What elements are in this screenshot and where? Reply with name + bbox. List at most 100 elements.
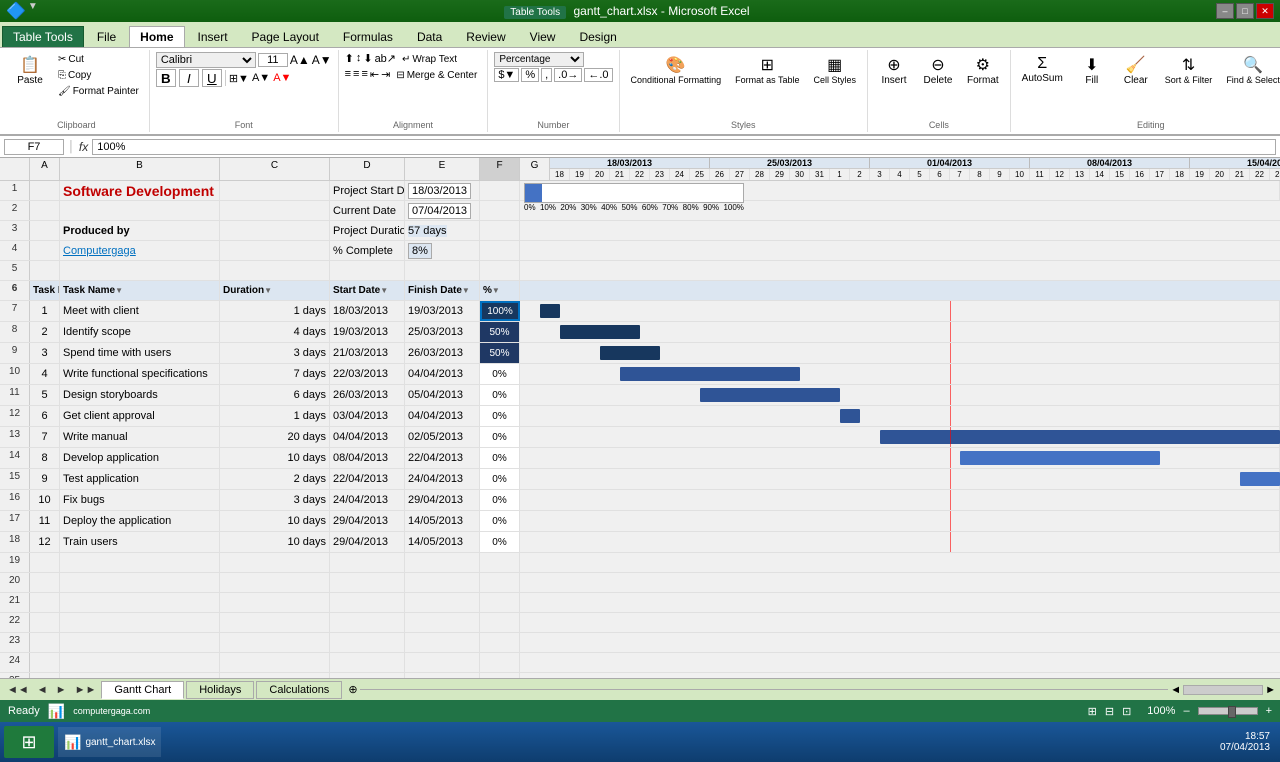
cell-c11[interactable]: 6 days xyxy=(220,385,330,405)
cell-f20[interactable] xyxy=(480,573,520,592)
cell-e3[interactable]: 57 days xyxy=(405,221,480,240)
tab-table-tools[interactable]: Table Tools xyxy=(2,26,84,47)
sheet-tab-calculations[interactable]: Calculations xyxy=(256,681,342,699)
cell-e23[interactable] xyxy=(405,633,480,652)
cell-f3[interactable] xyxy=(480,221,520,240)
cell-a24[interactable] xyxy=(30,653,60,672)
italic-button[interactable]: I xyxy=(179,69,199,87)
cell-a8[interactable]: 2 xyxy=(30,322,60,342)
cell-e19[interactable] xyxy=(405,553,480,572)
cell-c4[interactable] xyxy=(220,241,330,260)
cell-d21[interactable] xyxy=(330,593,405,612)
cell-a19[interactable] xyxy=(30,553,60,572)
col-header-f[interactable]: F xyxy=(480,158,520,180)
cell-e20[interactable] xyxy=(405,573,480,592)
cell-e1[interactable]: 18/03/2013 xyxy=(405,181,480,200)
col-header-c[interactable]: C xyxy=(220,158,330,180)
scroll-left-btn[interactable]: ◄ xyxy=(1170,684,1181,696)
tab-insert[interactable]: Insert xyxy=(187,26,239,47)
col-header-g[interactable]: G xyxy=(520,158,550,180)
cell-c15[interactable]: 2 days xyxy=(220,469,330,489)
cell-d16[interactable]: 24/04/2013 xyxy=(330,490,405,510)
autosum-button[interactable]: Σ AutoSum xyxy=(1017,52,1068,87)
conditional-formatting-button[interactable]: 🎨 Conditional Formatting xyxy=(626,52,727,88)
cell-b3[interactable]: Produced by xyxy=(60,221,220,240)
cell-c23[interactable] xyxy=(220,633,330,652)
cell-e10[interactable]: 04/04/2013 xyxy=(405,364,480,384)
cell-a4[interactable] xyxy=(30,241,60,260)
underline-button[interactable]: U xyxy=(202,69,222,87)
cell-e6-finish[interactable]: Finish Date ▼ xyxy=(405,281,480,300)
cell-a16[interactable]: 10 xyxy=(30,490,60,510)
close-btn[interactable]: ✕ xyxy=(1256,3,1274,19)
cell-f7[interactable]: 100% xyxy=(480,301,520,321)
cell-d17[interactable]: 29/04/2013 xyxy=(330,511,405,531)
cell-a23[interactable] xyxy=(30,633,60,652)
cell-a10[interactable]: 4 xyxy=(30,364,60,384)
cell-b18[interactable]: Train users xyxy=(60,532,220,552)
cell-d25[interactable] xyxy=(330,673,405,678)
cell-d1[interactable]: Project Start Date xyxy=(330,181,405,200)
format-table-button[interactable]: ⊞ Format as Table xyxy=(730,52,804,88)
zoom-increase-btn[interactable]: + xyxy=(1266,705,1272,717)
cell-a5[interactable] xyxy=(30,261,60,280)
comma-style-btn[interactable]: , xyxy=(541,68,552,82)
cell-f14[interactable]: 0% xyxy=(480,448,520,468)
cell-e25[interactable] xyxy=(405,673,480,678)
cell-c25[interactable] xyxy=(220,673,330,678)
format-button[interactable]: ⚙ Format xyxy=(962,52,1004,89)
cell-b15[interactable]: Test application xyxy=(60,469,220,489)
cell-e24[interactable] xyxy=(405,653,480,672)
tab-design[interactable]: Design xyxy=(568,26,627,47)
cell-a7[interactable]: 1 xyxy=(30,301,60,321)
cell-b25[interactable] xyxy=(60,673,220,678)
col-header-e[interactable]: E xyxy=(405,158,480,180)
cell-a2[interactable] xyxy=(30,201,60,220)
cell-b19[interactable] xyxy=(60,553,220,572)
cell-c10[interactable]: 7 days xyxy=(220,364,330,384)
cell-c19[interactable] xyxy=(220,553,330,572)
tab-page-layout[interactable]: Page Layout xyxy=(241,26,330,47)
zoom-decrease-btn[interactable]: – xyxy=(1183,705,1189,717)
sort-filter-button[interactable]: ⇅ Sort & Filter xyxy=(1160,52,1218,88)
align-left-button[interactable]: ≡ xyxy=(345,68,351,83)
cell-b6-task-name[interactable]: Task Name ▼ xyxy=(60,281,220,300)
find-select-button[interactable]: 🔍 Find & Select xyxy=(1221,52,1280,88)
bold-button[interactable]: B xyxy=(156,69,176,87)
col-header-d[interactable]: D xyxy=(330,158,405,180)
delete-button[interactable]: ⊖ Delete xyxy=(918,52,958,89)
cell-d24[interactable] xyxy=(330,653,405,672)
nav-back-btn[interactable]: ◄ xyxy=(34,684,51,696)
percent-style-btn[interactable]: % xyxy=(521,68,539,82)
cell-d23[interactable] xyxy=(330,633,405,652)
cell-f16[interactable]: 0% xyxy=(480,490,520,510)
align-middle-button[interactable]: ↕ xyxy=(356,52,362,67)
cell-a18[interactable]: 12 xyxy=(30,532,60,552)
wrap-text-button[interactable]: ↵ Wrap Text xyxy=(398,52,461,67)
cell-f5[interactable] xyxy=(480,261,520,280)
cell-a25[interactable] xyxy=(30,673,60,678)
col-header-b[interactable]: B xyxy=(60,158,220,180)
align-right-button[interactable]: ≡ xyxy=(361,68,367,83)
cell-e9[interactable]: 26/03/2013 xyxy=(405,343,480,363)
cell-c5[interactable] xyxy=(220,261,330,280)
cell-styles-button[interactable]: ▦ Cell Styles xyxy=(808,52,861,88)
cell-b22[interactable] xyxy=(60,613,220,632)
cell-f23[interactable] xyxy=(480,633,520,652)
cell-a3[interactable] xyxy=(30,221,60,240)
increase-font-icon[interactable]: A▲ xyxy=(290,53,310,67)
finish-dropdown[interactable]: ▼ xyxy=(462,286,470,295)
cell-d22[interactable] xyxy=(330,613,405,632)
cell-e18[interactable]: 14/05/2013 xyxy=(405,532,480,552)
cell-f25[interactable] xyxy=(480,673,520,678)
cell-e11[interactable]: 05/04/2013 xyxy=(405,385,480,405)
cell-c1[interactable] xyxy=(220,181,330,200)
cell-d20[interactable] xyxy=(330,573,405,592)
increase-decimal-btn[interactable]: ←.0 xyxy=(584,68,612,82)
view-normal-btn[interactable]: ⊞ xyxy=(1088,705,1097,718)
cell-e17[interactable]: 14/05/2013 xyxy=(405,511,480,531)
cell-b9[interactable]: Spend time with users xyxy=(60,343,220,363)
cell-a22[interactable] xyxy=(30,613,60,632)
cell-a17[interactable]: 11 xyxy=(30,511,60,531)
tab-formulas[interactable]: Formulas xyxy=(332,26,404,47)
